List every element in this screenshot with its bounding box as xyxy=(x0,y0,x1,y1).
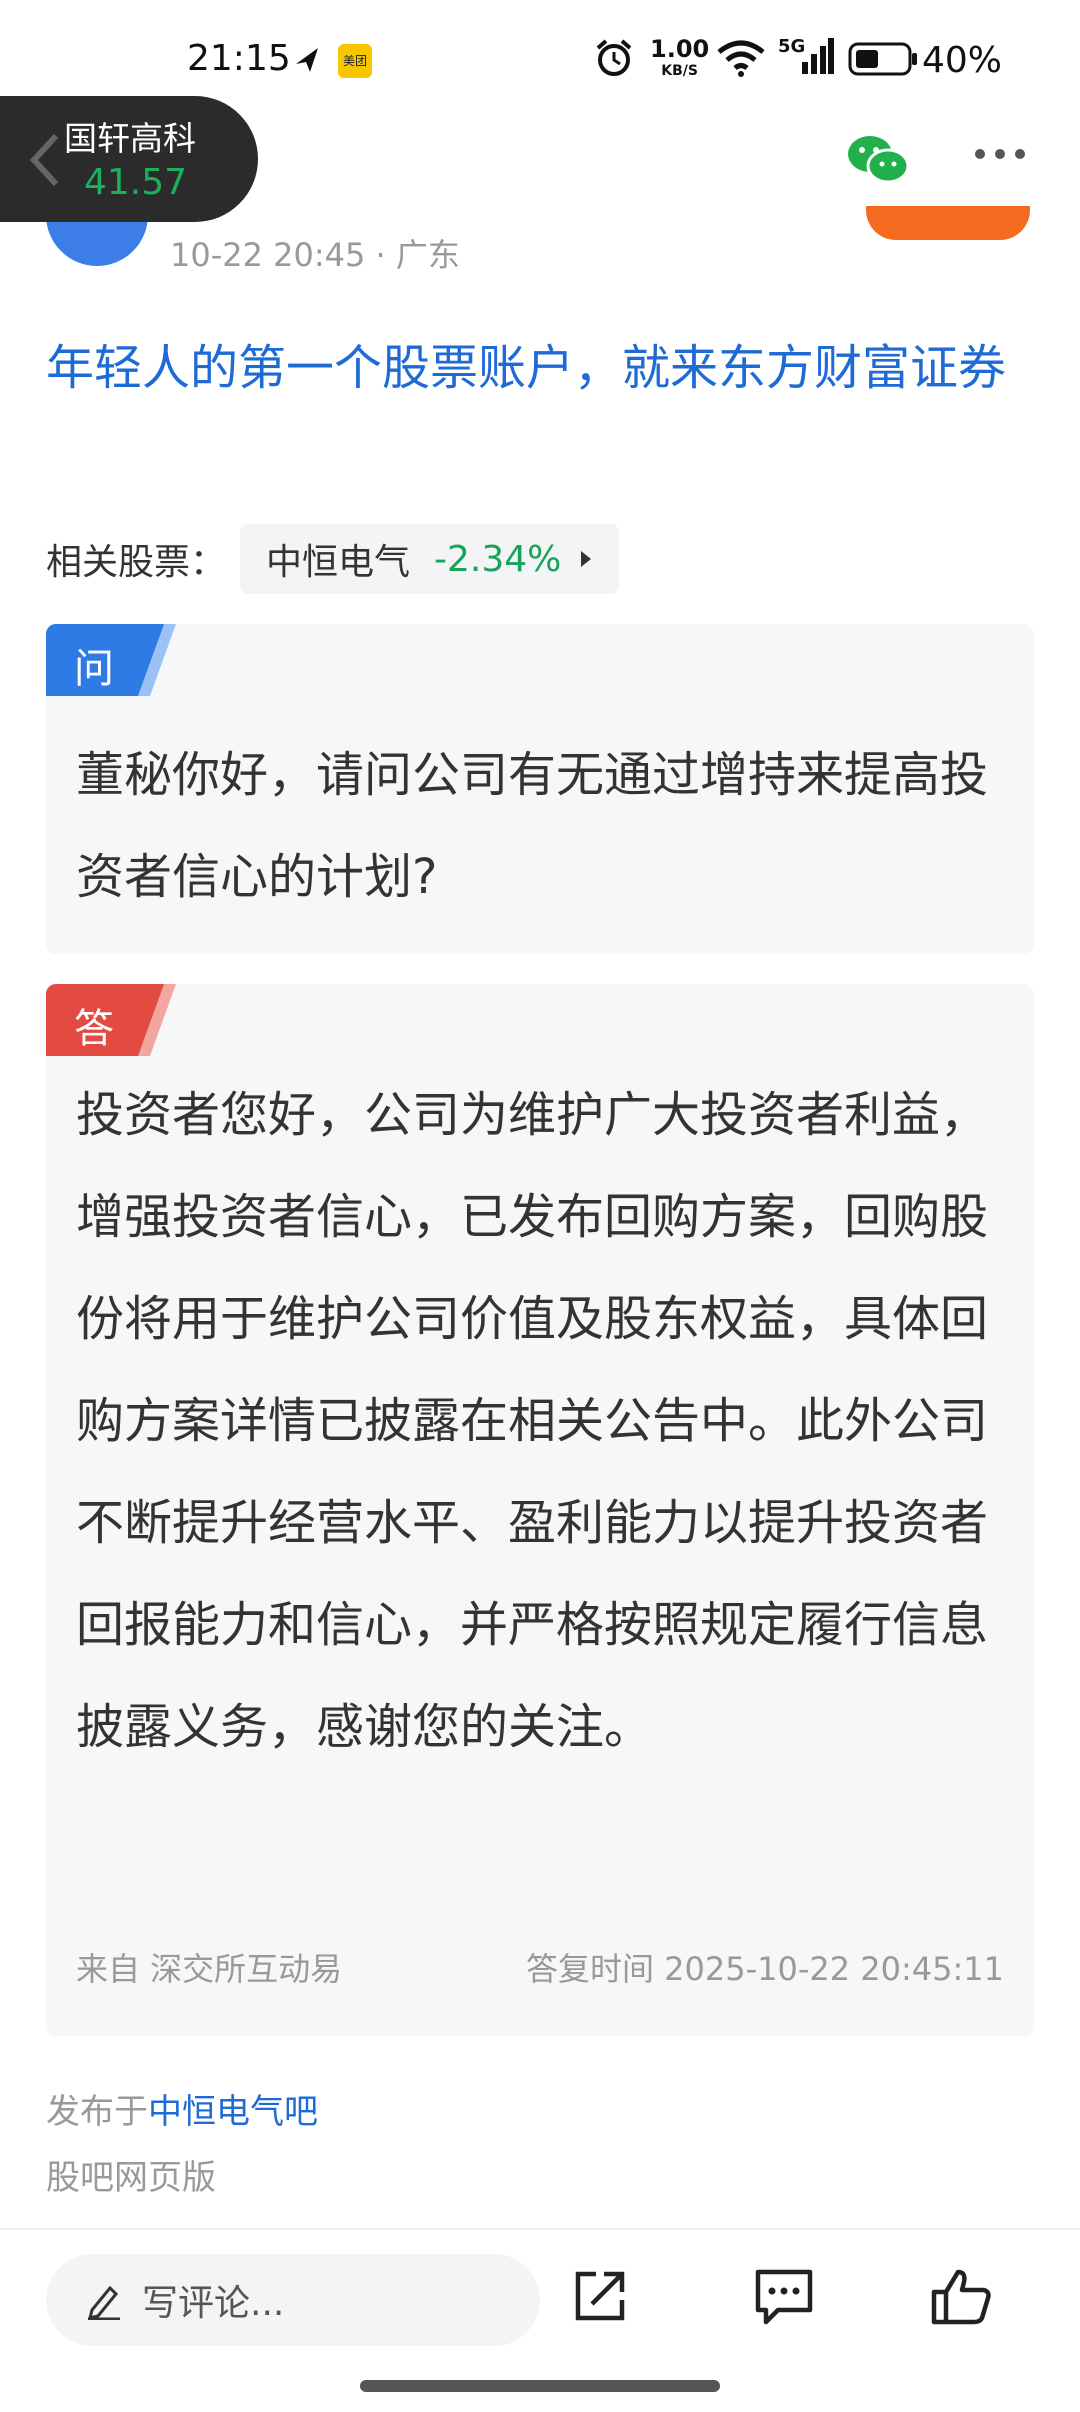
answer-footer: 来自 深交所互动易 答复时间 2025-10-22 20:45:11 xyxy=(76,1944,1004,1990)
stock-price: 41.57 xyxy=(84,162,188,203)
home-indicator[interactable] xyxy=(360,2380,720,2392)
wechat-icon[interactable] xyxy=(846,132,910,188)
question-tag: 问 xyxy=(74,646,114,692)
meituan-icon: 美团 xyxy=(338,44,372,78)
comment-input[interactable]: 写评论... xyxy=(46,2254,540,2346)
net-speed-unit: KB/S xyxy=(661,63,698,79)
answer-reply-time: 答复时间 2025-10-22 20:45:11 xyxy=(525,1950,1004,1988)
follow-button[interactable] xyxy=(866,206,1030,240)
navigation-icon xyxy=(296,48,318,72)
answer-source: 来自 深交所互动易 xyxy=(76,1950,343,1988)
answer-text: 投资者您好，公司为维护广大投资者利益，增强投资者信心，已发布回购方案，回购股份将… xyxy=(76,1087,989,1755)
comment-placeholder: 写评论... xyxy=(142,2283,285,2324)
back-arrow-icon[interactable] xyxy=(26,130,62,190)
like-icon[interactable] xyxy=(930,2266,994,2326)
published-prefix: 发布于 xyxy=(46,2092,148,2132)
question-card: 问 董秘你好，请问公司有无通过增持来提高投资者信心的计划? xyxy=(46,624,1034,954)
divider xyxy=(0,2228,1080,2230)
net-speed-value: 1.00 xyxy=(650,35,710,63)
alarm-icon xyxy=(596,39,632,76)
battery-icon xyxy=(848,42,917,76)
published-in: 发布于中恒电气吧 xyxy=(46,2084,318,2133)
post-title[interactable]: 年轻人的第一个股票账户，就来东方财富证券 xyxy=(46,330,1046,406)
answer-tag: 答 xyxy=(74,1006,114,1052)
wifi-icon xyxy=(717,40,765,77)
more-icon[interactable] xyxy=(972,146,1028,162)
battery-percent: 40% xyxy=(922,40,1003,81)
answer-card: 答 投资者您好，公司为维护广大投资者利益，增强投资者信心，已发布回购方案，回购股… xyxy=(46,984,1034,2036)
net-speed: 1.00 KB/S xyxy=(650,35,710,82)
related-stock-change: -2.34% xyxy=(434,538,562,580)
stock-quote-pill[interactable]: 国轩高科 41.57 xyxy=(0,96,258,222)
related-stocks: 相关股票： 中恒电气 -2.34% xyxy=(46,524,620,594)
question-text: 董秘你好，请问公司有无通过增持来提高投资者信心的计划? xyxy=(76,747,989,905)
stock-name: 国轩高科 xyxy=(64,119,196,158)
web-version-link[interactable]: 股吧网页版 xyxy=(46,2150,216,2199)
status-time: 21:15 xyxy=(187,38,291,79)
pencil-icon xyxy=(87,2285,120,2320)
related-stock-chip[interactable]: 中恒电气 -2.34% xyxy=(240,524,620,594)
play-arrow-icon xyxy=(581,551,592,567)
comment-icon[interactable] xyxy=(752,2266,816,2326)
related-label: 相关股票： xyxy=(46,542,227,583)
signal-5g-icon: 5G xyxy=(778,36,834,76)
share-icon[interactable] xyxy=(570,2266,630,2326)
post-meta: 10-22 20:45 · 广东 xyxy=(170,236,460,274)
related-stock-name: 中恒电气 xyxy=(266,542,411,583)
board-link[interactable]: 中恒电气吧 xyxy=(148,2092,318,2132)
